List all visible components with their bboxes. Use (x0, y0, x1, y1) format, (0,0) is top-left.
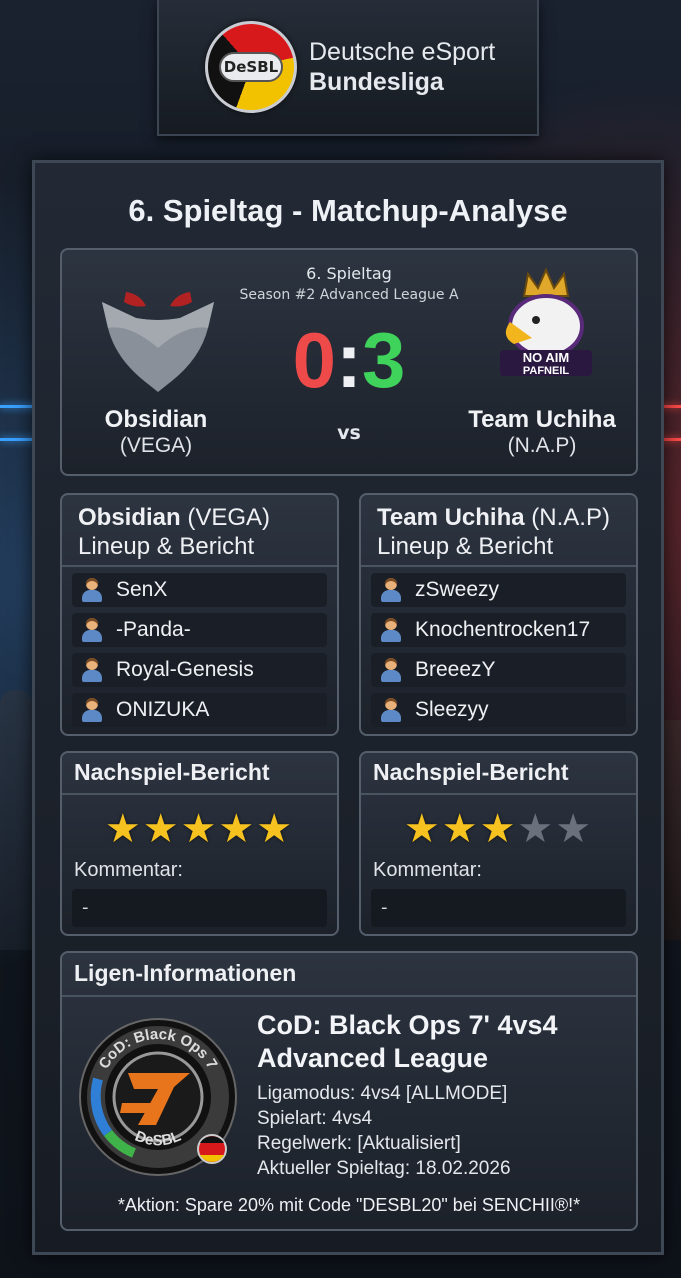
lineup-team-name: Obsidian (78, 504, 181, 531)
player-name: zSweezy (415, 578, 500, 601)
desbl-logo-text: DeSBL (219, 52, 283, 82)
league-fact: Spielart: 4vs4 (257, 1108, 373, 1129)
league-header-title: Deutsche eSport Bundesliga (309, 37, 495, 97)
comment-label: Kommentar: (74, 859, 183, 881)
lineup-header: Team Uchiha (N.A.P) Lineup & Bericht (361, 495, 636, 567)
away-team-name: Team Uchiha (468, 406, 616, 433)
bg-crowd-silhouette (0, 690, 32, 950)
match-score: 0:3 (62, 318, 636, 402)
league-fact: Aktueller Spieltag: 18.02.2026 (257, 1158, 511, 1179)
away-team: Team Uchiha (N.A.P) (442, 406, 642, 458)
player-row[interactable]: ONIZUKA (72, 693, 327, 727)
comment-box: - (371, 889, 626, 927)
league-fact: Ligamodus: 4vs4 [ALLMODE] (257, 1083, 508, 1104)
bg-crowd-silhouette (663, 720, 681, 940)
report-title: Nachspiel-Bericht (361, 753, 636, 795)
player-avatar-icon (379, 617, 403, 643)
league-title-line1: CoD: Black Ops 7' 4vs4 (257, 1010, 558, 1040)
player-row[interactable]: BreeezY (371, 653, 626, 687)
header-title-line1: Deutsche eSport (309, 38, 496, 66)
player-avatar-icon (80, 617, 104, 643)
player-row[interactable]: zSweezy (371, 573, 626, 607)
bg-light-strip (0, 438, 36, 441)
league-title-line2: Advanced League (257, 1043, 489, 1073)
lineup-team-tag: (VEGA) (187, 504, 271, 531)
player-row[interactable]: Sleezyy (371, 693, 626, 727)
lineup-team-name: Team Uchiha (377, 504, 525, 531)
player-name: ONIZUKA (116, 698, 210, 721)
league-title: CoD: Black Ops 7' 4vs4 Advanced League (257, 1009, 558, 1075)
matchup-panel: 6. Spieltag - Matchup-Analyse 6. Spielta… (32, 160, 664, 1255)
star-icon: ★ (403, 806, 442, 852)
lineup-subtitle: Lineup & Bericht (78, 533, 255, 560)
star-icon: ★ (218, 806, 257, 852)
star-icon: ★ (180, 806, 219, 852)
away-report-card: Nachspiel-Bericht ★★★★★ Kommentar: - (359, 751, 638, 936)
page-title: 6. Spieltag - Matchup-Analyse (128, 193, 568, 228)
match-card: 6. Spieltag Season #2 Advanced League A … (60, 248, 638, 476)
star-icon: ★ (517, 806, 556, 852)
league-fact: Regelwerk: [Aktualisiert] (257, 1133, 461, 1154)
league-header: DeSBL Deutsche eSport Bundesliga (157, 0, 539, 136)
star-rating: ★★★★★ (361, 809, 636, 849)
comment-box: - (72, 889, 327, 927)
player-name: Royal-Genesis (116, 658, 254, 681)
player-avatar-icon (80, 657, 104, 683)
score-away: 3 (361, 316, 406, 404)
star-icon: ★ (104, 806, 143, 852)
home-lineup-card: Obsidian (VEGA) Lineup & Bericht SenX -P… (60, 493, 339, 736)
player-row[interactable]: Knochentrocken17 (371, 613, 626, 647)
desbl-logo: DeSBL (205, 21, 297, 113)
score-separator: : (336, 316, 362, 404)
header-title-line2: Bundesliga (309, 68, 444, 96)
promo-text: *Aktion: Spare 20% mit Code "DESBL20" be… (117, 1195, 581, 1215)
away-lineup-card: Team Uchiha (N.A.P) Lineup & Bericht zSw… (359, 493, 638, 736)
player-name: Sleezyy (415, 698, 489, 721)
player-row[interactable]: Royal-Genesis (72, 653, 327, 687)
league-facts: Ligamodus: 4vs4 [ALLMODE] Spielart: 4vs4… (257, 1081, 511, 1181)
player-avatar-icon (379, 577, 403, 603)
player-row[interactable]: SenX (72, 573, 327, 607)
lineup-team-tag: (N.A.P) (531, 504, 610, 531)
player-name: Knochentrocken17 (415, 618, 591, 641)
black-ops-7-league-emblem: CoD: Black Ops 7 DeSBL (79, 1018, 237, 1176)
player-avatar-icon (379, 657, 403, 683)
star-icon: ★ (441, 806, 480, 852)
player-avatar-icon (379, 697, 403, 723)
league-info-card: Ligen-Informationen CoD: Black Ops 7 DeS… (60, 951, 638, 1231)
report-title: Nachspiel-Bericht (62, 753, 337, 795)
player-name: BreeezY (415, 658, 496, 681)
player-avatar-icon (80, 697, 104, 723)
away-team-tag: (N.A.P) (507, 434, 577, 457)
league-info-header: Ligen-Informationen (62, 953, 636, 997)
lineup-header: Obsidian (VEGA) Lineup & Bericht (62, 495, 337, 567)
player-name: SenX (116, 578, 168, 601)
star-icon: ★ (479, 806, 518, 852)
star-icon: ★ (256, 806, 295, 852)
player-row[interactable]: -Panda- (72, 613, 327, 647)
player-avatar-icon (80, 577, 104, 603)
player-name: -Panda- (116, 618, 191, 641)
lineup-subtitle: Lineup & Bericht (377, 533, 554, 560)
home-report-card: Nachspiel-Bericht ★★★★★ Kommentar: - (60, 751, 339, 936)
comment-label: Kommentar: (373, 859, 482, 881)
star-icon: ★ (142, 806, 181, 852)
score-home: 0 (292, 316, 336, 404)
star-icon: ★ (555, 806, 594, 852)
star-rating: ★★★★★ (62, 809, 337, 849)
